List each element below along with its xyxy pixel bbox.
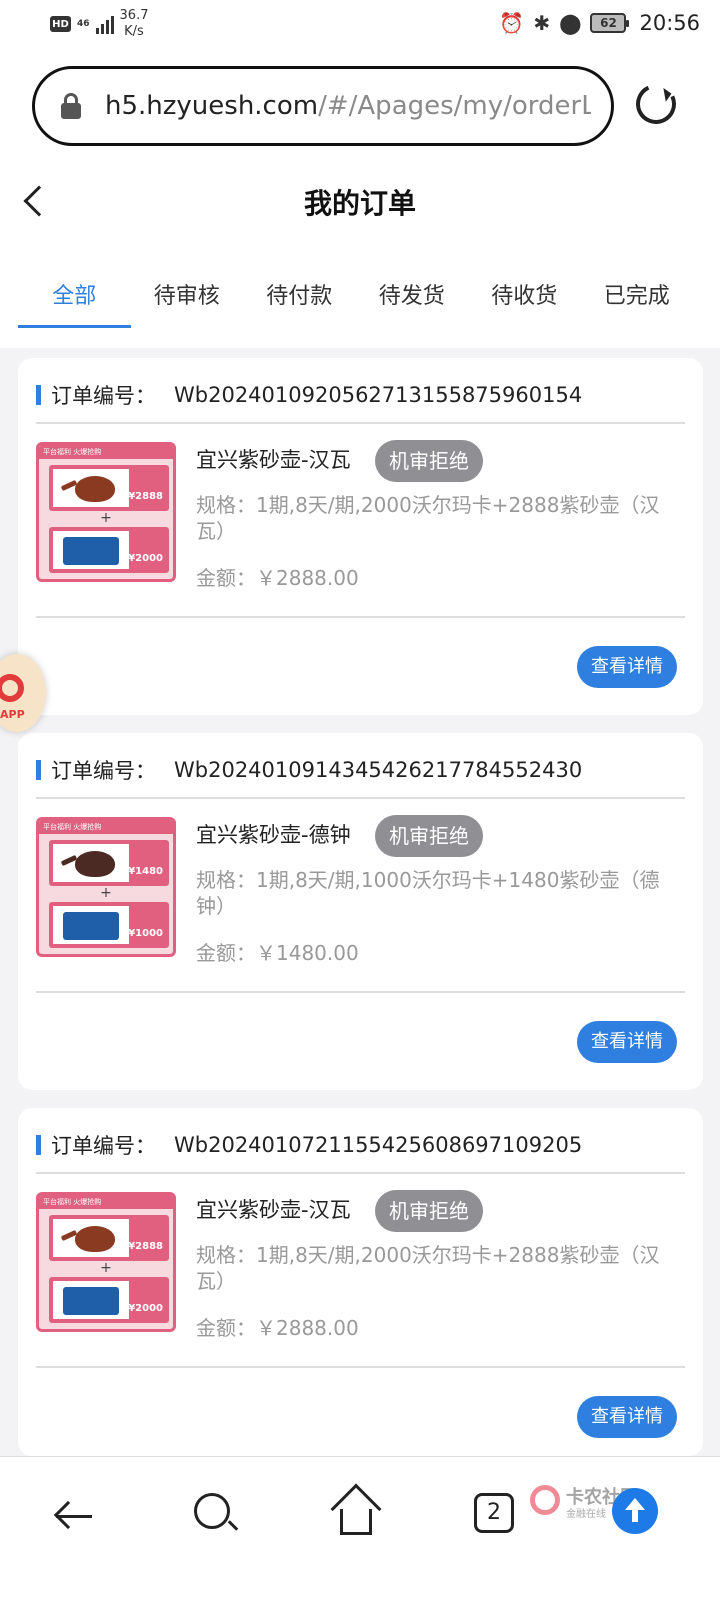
plus-sign: +	[100, 885, 112, 901]
order-tabs: 全部 待审核 待付款 待发货 待收货 已完成	[0, 248, 720, 348]
product-spec: 规格：1期,8天/期,2000沃尔玛卡+2888紫砂壶（汉瓦）	[196, 1243, 660, 1293]
product-name: 宜兴紫砂壶-汉瓦	[196, 1198, 351, 1222]
alarm-icon: ⏰	[499, 11, 525, 35]
network-type: 46	[77, 18, 90, 29]
thumb-price: ¥2888	[128, 491, 163, 502]
product-thumbnail[interactable]: 平台福利 火爆抢购 ¥1480 + ¥1000	[36, 817, 176, 957]
product-spec: 规格：1期,8天/期,1000沃尔玛卡+1480紫砂壶（德钟）	[196, 868, 660, 918]
speed-value: 36.7	[119, 8, 149, 23]
battery-icon: 62	[590, 13, 630, 33]
divider	[36, 1366, 685, 1368]
network-speed: 36.7 K/s	[120, 8, 149, 40]
thumb-banner: 平台福利 火爆抢购	[39, 445, 173, 459]
hd-badge: HD	[50, 16, 71, 32]
tab-pending-shipment[interactable]: 待发货	[356, 248, 469, 348]
accent-bar	[36, 1135, 41, 1155]
order-no-label: 订单编号：	[51, 384, 156, 408]
home-icon[interactable]	[330, 1483, 382, 1535]
giftcard-icon	[63, 537, 119, 565]
order-header: 订单编号： Wb2024010914345426217784552430	[36, 755, 685, 785]
plus-sign: +	[100, 1260, 112, 1276]
giftcard-icon	[63, 1287, 119, 1315]
search-icon[interactable]	[194, 1493, 230, 1529]
thumb-price: ¥2888	[128, 1241, 163, 1252]
app-float-label: APP	[0, 708, 25, 721]
accent-bar	[36, 760, 41, 780]
product-name: 宜兴紫砂壶-德钟	[196, 823, 351, 847]
status-right: ⏰ ✱ ⬤ 62 20:56	[499, 10, 700, 36]
clock: 20:56	[639, 11, 700, 35]
order-number: Wb2024010920562713155875960154	[174, 383, 583, 407]
product-thumbnail[interactable]: 平台福利 火爆抢购 ¥2888 + ¥2000	[36, 1192, 176, 1332]
order-no-label: 订单编号：	[51, 1134, 156, 1158]
scroll-top-icon[interactable]	[612, 1488, 658, 1534]
url-host: h5.hzyuesh.com	[105, 91, 319, 121]
signal-icon	[95, 14, 114, 34]
order-header: 订单编号： Wb2024010920562713155875960154	[36, 380, 685, 410]
tab-pending-review[interactable]: 待审核	[131, 248, 244, 348]
order-number: Wb2024010914345426217784552430	[174, 758, 583, 782]
thumb-price: ¥2000	[128, 553, 163, 564]
order-no-label: 订单编号：	[51, 759, 156, 783]
lock-icon	[61, 93, 81, 119]
thumb-banner: 平台福利 火爆抢购	[39, 820, 173, 834]
divider	[36, 797, 685, 799]
browser-bottom-nav: 2 卡农社区 金融在线	[0, 1456, 720, 1600]
accent-bar	[36, 385, 41, 405]
divider	[36, 991, 685, 993]
plus-sign: +	[100, 510, 112, 526]
url-text[interactable]: h5.hzyuesh.com/#/Apages/my/orderList	[105, 91, 591, 121]
status-left: HD 46 36.7 K/s	[50, 8, 148, 40]
product-spec: 规格：1期,8天/期,2000沃尔玛卡+2888紫砂壶（汉瓦）	[196, 493, 660, 543]
thumb-banner: 平台福利 火爆抢购	[39, 1195, 173, 1209]
divider	[36, 1172, 685, 1174]
view-details-button[interactable]: 查看详情	[577, 1021, 677, 1063]
status-bar: HD 46 36.7 K/s ⏰ ✱ ⬤ 62 20:56	[0, 0, 720, 50]
nav-back-icon[interactable]	[52, 1497, 92, 1537]
tab-completed[interactable]: 已完成	[581, 248, 694, 348]
speed-unit: K/s	[124, 24, 144, 39]
url-path: /#/Apages/my/orderList	[318, 91, 591, 121]
teapot-icon	[75, 476, 115, 502]
order-amount: 金额：￥2888.00	[196, 1316, 359, 1340]
product-name: 宜兴紫砂壶-汉瓦	[196, 448, 351, 472]
location-icon: ⬤	[559, 11, 582, 35]
tab-pending-payment[interactable]: 待付款	[243, 248, 356, 348]
order-card: 订单编号： Wb2024010721155425608697109205 平台福…	[18, 1108, 703, 1456]
order-card: 订单编号： Wb2024010920562713155875960154 平台福…	[18, 358, 703, 715]
order-number: Wb2024010721155425608697109205	[174, 1133, 583, 1157]
watermark-sub: 金融在线	[566, 1509, 606, 1520]
status-badge: 机审拒绝	[375, 815, 483, 857]
thumb-price: ¥2000	[128, 1303, 163, 1314]
product-thumbnail[interactable]: 平台福利 火爆抢购 ¥2888 + ¥2000	[36, 442, 176, 582]
teapot-icon	[75, 851, 115, 877]
thumb-price: ¥1000	[128, 928, 163, 939]
battery-level: 62	[600, 16, 617, 30]
tab-pending-receipt[interactable]: 待收货	[468, 248, 581, 348]
teapot-icon	[75, 1226, 115, 1252]
view-details-button[interactable]: 查看详情	[577, 1396, 677, 1438]
view-details-button[interactable]: 查看详情	[577, 646, 677, 688]
divider	[36, 616, 685, 618]
watermark-logo	[530, 1485, 560, 1515]
thumb-price: ¥1480	[128, 866, 163, 877]
order-amount: 金额：￥1480.00	[196, 941, 359, 965]
reload-icon[interactable]	[630, 78, 682, 130]
status-badge: 机审拒绝	[375, 440, 483, 482]
order-card: 订单编号： Wb2024010914345426217784552430 平台福…	[18, 733, 703, 1090]
bluetooth-icon: ✱	[533, 11, 551, 35]
giftcard-icon	[63, 912, 119, 940]
address-bar[interactable]: h5.hzyuesh.com/#/Apages/my/orderList	[32, 66, 614, 146]
tabs-icon[interactable]: 2	[474, 1493, 514, 1533]
tab-all[interactable]: 全部	[18, 248, 131, 348]
browser-toolbar: h5.hzyuesh.com/#/Apages/my/orderList	[0, 50, 720, 160]
page-title: 我的订单	[303, 187, 416, 220]
page-header: 我的订单	[0, 160, 720, 248]
divider	[36, 422, 685, 424]
order-header: 订单编号： Wb2024010721155425608697109205	[36, 1130, 685, 1160]
status-badge: 机审拒绝	[375, 1190, 483, 1232]
order-amount: 金额：￥2888.00	[196, 566, 359, 590]
